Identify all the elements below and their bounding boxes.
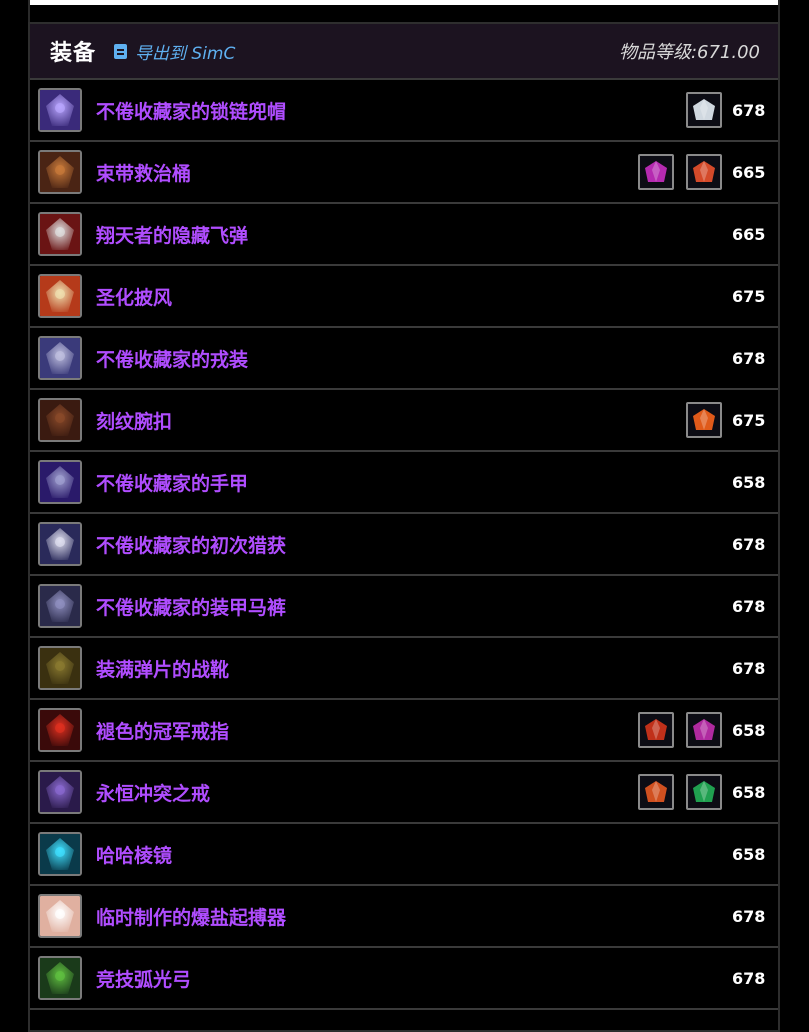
item-name-link[interactable]: 永恒冲突之戒 [96,779,210,806]
item-row[interactable]: 不倦收藏家的手甲 658 [30,452,778,514]
divider [30,0,778,5]
legs-icon[interactable] [38,584,82,628]
item-level: 678 [732,100,766,120]
item-name-link[interactable]: 不倦收藏家的戎装 [96,345,248,372]
bow-icon[interactable] [38,956,82,1000]
export-simc-link[interactable]: 导出到 SimC [114,39,235,64]
previous-panel-edge [28,0,780,22]
item-level: 658 [732,472,766,492]
belt-icon[interactable] [38,522,82,566]
item-row[interactable]: 不倦收藏家的装甲马裤 678 [30,576,778,638]
item-row[interactable]: 永恒冲突之戒 658 [30,762,778,824]
gem-icon[interactable] [638,154,674,190]
item-row[interactable]: 哈哈棱镜 658 [30,824,778,886]
shoulder-icon[interactable] [38,212,82,256]
item-name-link[interactable]: 不倦收藏家的装甲马裤 [96,593,286,620]
trinket2-icon[interactable] [38,894,82,938]
item-name-link[interactable]: 翔天者的隐藏飞弹 [96,221,248,248]
page-title: 装备 [50,41,97,66]
gem-icon[interactable] [686,774,722,810]
helm-icon[interactable] [38,88,82,132]
item-row[interactable]: 褪色的冠军戒指 658 [30,700,778,762]
gem-icon[interactable] [638,774,674,810]
item-name-link[interactable]: 束带救治桶 [96,159,191,186]
item-row[interactable]: 装满弹片的战靴 678 [30,638,778,700]
gloves-icon[interactable] [38,460,82,504]
item-row[interactable]: 翔天者的隐藏飞弹 665 [30,204,778,266]
item-name-link[interactable]: 圣化披风 [96,283,172,310]
item-level: 678 [732,968,766,988]
gem-icon[interactable] [638,712,674,748]
gem-sockets [638,154,722,190]
bracer-icon[interactable] [38,398,82,442]
item-row[interactable]: 刻纹腕扣 675 [30,390,778,452]
item-row[interactable]: 不倦收藏家的戎装 678 [30,328,778,390]
item-name-link[interactable]: 装满弹片的战靴 [96,655,229,682]
item-name-link[interactable]: 不倦收藏家的锁链兜帽 [96,97,286,124]
equipment-panel: 装备 导出到 SimC 物品等级:671.00 不倦收藏家的锁链兜帽 678 束带救… [28,22,780,1032]
item-name-link[interactable]: 刻纹腕扣 [96,407,172,434]
item-list: 不倦收藏家的锁链兜帽 678 束带救治桶 665 翔天者的隐藏飞弹 665 圣化披风 675 不… [30,80,778,1010]
item-row[interactable]: 束带救治桶 665 [30,142,778,204]
item-row[interactable]: 不倦收藏家的锁链兜帽 678 [30,80,778,142]
item-name-link[interactable]: 竞技弧光弓 [96,965,191,992]
neck-icon[interactable] [38,150,82,194]
item-level: 658 [732,720,766,740]
gem-sockets [686,92,722,128]
item-level: 678 [732,534,766,554]
gem-sockets [638,774,722,810]
item-level: 665 [732,224,766,244]
gem-sockets [686,402,722,438]
item-level: 675 [732,410,766,430]
item-name-link[interactable]: 褪色的冠军戒指 [96,717,229,744]
ring-icon[interactable] [38,708,82,752]
item-row[interactable]: 圣化披风 675 [30,266,778,328]
item-name-link[interactable]: 哈哈棱镜 [96,841,172,868]
gem-icon[interactable] [686,402,722,438]
cloak-icon[interactable] [38,274,82,318]
item-row[interactable]: 不倦收藏家的初次猎获 678 [30,514,778,576]
gem-sockets [638,712,722,748]
item-level: 658 [732,782,766,802]
export-simc-label: 导出到 SimC [135,43,236,64]
clipboard-icon [114,43,128,59]
item-level: 658 [732,844,766,864]
trinket-icon[interactable] [38,832,82,876]
item-name-link[interactable]: 临时制作的爆盐起搏器 [96,903,286,930]
boots-icon[interactable] [38,646,82,690]
gem-icon[interactable] [686,712,722,748]
gem-icon[interactable] [686,154,722,190]
item-level: 678 [732,348,766,368]
ring2-icon[interactable] [38,770,82,814]
item-level-summary: 物品等级:671.00 [618,42,760,63]
item-row[interactable]: 竞技弧光弓 678 [30,948,778,1010]
item-level: 678 [732,596,766,616]
item-level: 665 [732,162,766,182]
gem-icon[interactable] [686,92,722,128]
item-level: 675 [732,286,766,306]
item-name-link[interactable]: 不倦收藏家的初次猎获 [96,531,286,558]
item-level: 678 [732,906,766,926]
item-name-link[interactable]: 不倦收藏家的手甲 [96,469,248,496]
chest-icon[interactable] [38,336,82,380]
equipment-header: 装备 导出到 SimC 物品等级:671.00 [30,24,778,80]
item-level: 678 [732,658,766,678]
item-row[interactable]: 临时制作的爆盐起搏器 678 [30,886,778,948]
